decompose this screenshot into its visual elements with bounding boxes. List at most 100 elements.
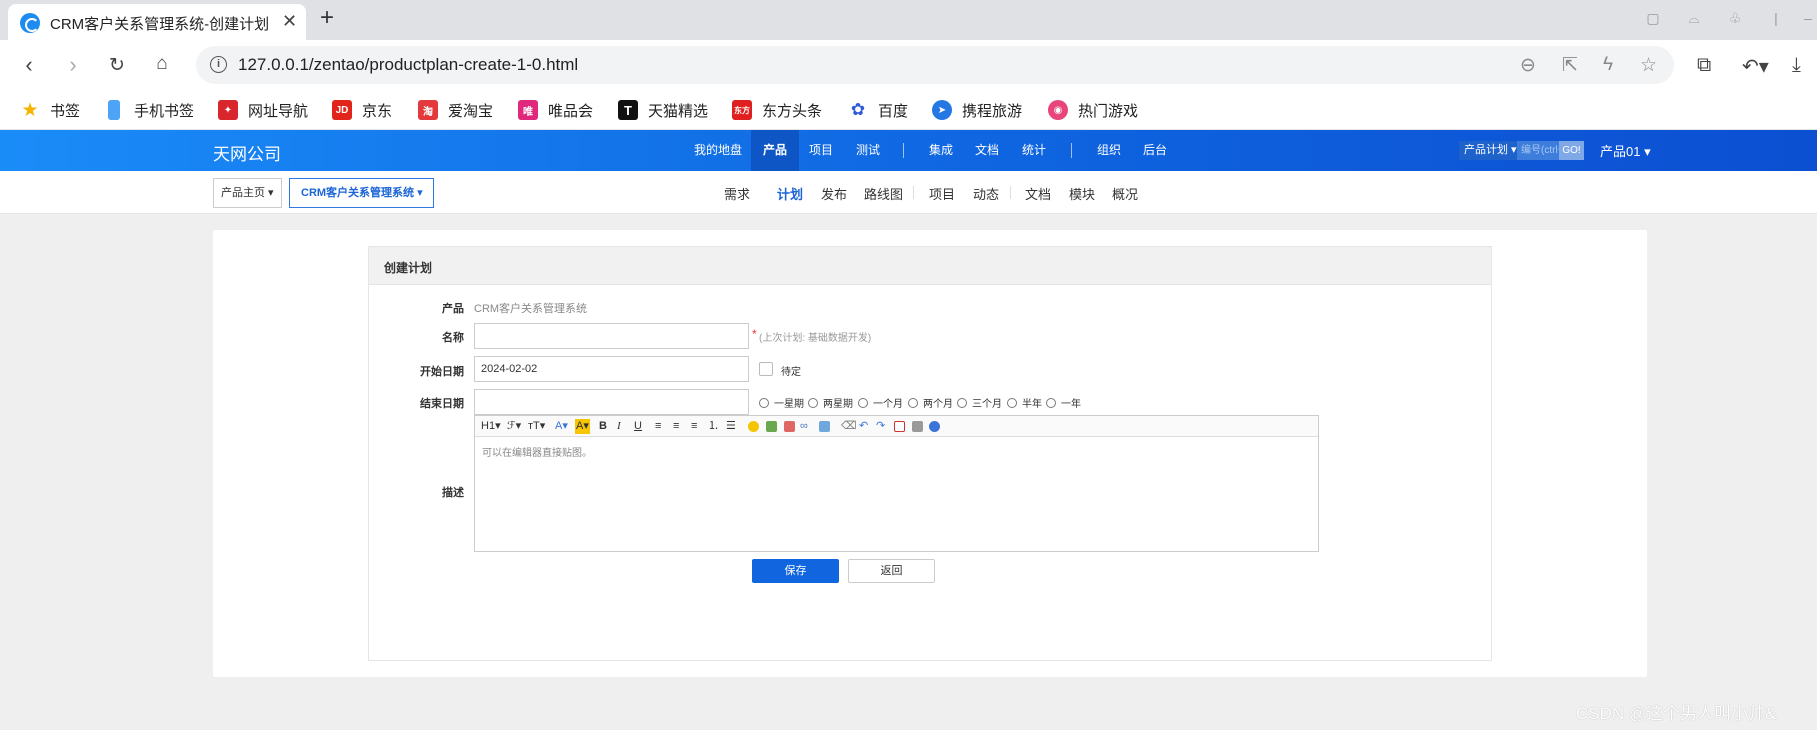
nav-stats[interactable]: 统计: [1010, 130, 1058, 171]
image-icon[interactable]: [766, 421, 777, 432]
sidebar-toggle-icon[interactable]: ▢: [1642, 10, 1664, 30]
subnav-roadmap[interactable]: 路线图: [864, 184, 903, 203]
underline-button[interactable]: U: [634, 419, 642, 434]
subnav-doc[interactable]: 文档: [1025, 184, 1051, 203]
font-color-button[interactable]: A▾: [555, 419, 568, 434]
subnav-release[interactable]: 发布: [821, 184, 847, 203]
heading-button[interactable]: H1▾: [481, 419, 501, 434]
undo-icon[interactable]: ↶: [859, 419, 868, 434]
nav-qa[interactable]: 测试: [844, 130, 892, 171]
nav-my[interactable]: 我的地盘: [682, 130, 754, 171]
duration-radio-3months[interactable]: 三个月: [957, 395, 1002, 410]
italic-button[interactable]: I: [617, 419, 621, 434]
align-right-icon[interactable]: ≡: [691, 419, 697, 434]
duration-radio-year[interactable]: 一年: [1046, 395, 1081, 410]
name-input[interactable]: [474, 323, 749, 349]
bookmark-item[interactable]: ➤ 携程旅游: [932, 98, 1022, 122]
table-icon[interactable]: [819, 421, 830, 432]
minimize-icon[interactable]: –: [1797, 10, 1817, 30]
subnav-plan[interactable]: 计划: [777, 184, 803, 203]
back-arrow-icon[interactable]: ‹: [16, 52, 42, 78]
radio-dot: [908, 397, 918, 408]
help-icon[interactable]: [929, 421, 940, 432]
template-icon[interactable]: [912, 421, 923, 432]
duration-radio-month[interactable]: 一个月: [858, 395, 903, 410]
download-icon[interactable]: ⤓: [1792, 54, 1801, 77]
radio-dot: [1046, 397, 1056, 408]
share-icon[interactable]: ⇱: [1562, 54, 1578, 77]
bookmark-item[interactable]: T 天猫精选: [618, 98, 708, 122]
incognito-icon[interactable]: ⌓: [1683, 10, 1705, 30]
subnav-project[interactable]: 项目: [929, 184, 955, 203]
zoom-out-icon[interactable]: ⊖: [1520, 54, 1536, 77]
emoji-icon[interactable]: [748, 421, 759, 432]
bold-button[interactable]: B: [599, 419, 607, 434]
subnav-dynamic[interactable]: 动态: [973, 184, 999, 203]
browser-tab[interactable]: CRM客户关系管理系统-创建计划 ✕: [8, 4, 306, 40]
undo-menu-icon[interactable]: ↶▾: [1742, 54, 1769, 79]
extensions-icon[interactable]: ⧉: [1697, 54, 1711, 77]
subnav-module[interactable]: 模块: [1069, 184, 1095, 203]
begin-date-input[interactable]: 2024-02-02: [474, 356, 749, 382]
font-size-button[interactable]: тT▾: [528, 419, 545, 434]
save-button[interactable]: 保存: [752, 559, 839, 583]
search-type-label: 产品计划: [1464, 144, 1508, 156]
link-icon[interactable]: ∞: [800, 419, 808, 434]
bookmark-item[interactable]: ◉ 热门游戏: [1048, 98, 1138, 122]
home-icon[interactable]: ⌂: [149, 53, 175, 75]
pending-checkbox[interactable]: [759, 362, 773, 376]
bookmark-item[interactable]: 淘 爱淘宝: [418, 98, 493, 122]
align-center-icon[interactable]: ≡: [673, 419, 679, 434]
shirt-icon[interactable]: ♧: [1724, 10, 1746, 30]
ordered-list-icon[interactable]: ⒈: [708, 419, 719, 434]
breadcrumb-product[interactable]: CRM客户关系管理系统 ▾: [289, 178, 434, 208]
bookmark-item[interactable]: 唯 唯品会: [518, 98, 593, 122]
bookmark-item[interactable]: 东方 东方头条: [732, 98, 822, 122]
fullscreen-icon[interactable]: [894, 421, 905, 432]
rich-text-editor[interactable]: H1▾ ℱ▾ тT▾ A▾ A▾ B I U ≡ ≡ ≡ ⒈ ☰ ∞ ⌫ ↶ ↷…: [474, 415, 1319, 552]
search-type-select[interactable]: 产品计划 ▾: [1459, 141, 1522, 160]
company-name[interactable]: 天网公司: [213, 140, 281, 165]
user-menu[interactable]: 产品01 ▾: [1600, 141, 1651, 160]
search-input[interactable]: 编号(ctrl+g): [1517, 141, 1559, 160]
highlight-button[interactable]: A▾: [575, 419, 590, 434]
forward-arrow-icon[interactable]: ›: [60, 52, 86, 78]
nav-project[interactable]: 项目: [797, 130, 845, 171]
url-field[interactable]: i 127.0.0.1/zentao/productplan-create-1-…: [196, 46, 1674, 84]
bookmark-item[interactable]: ✿ 百度: [848, 98, 908, 122]
end-date-input[interactable]: [474, 389, 749, 415]
nav-company[interactable]: 组织: [1085, 130, 1133, 171]
nav-integration[interactable]: 集成: [917, 130, 965, 171]
search-go-button[interactable]: GO!: [1559, 141, 1584, 160]
nav-admin[interactable]: 后台: [1131, 130, 1179, 171]
nav-doc[interactable]: 文档: [963, 130, 1011, 171]
font-family-button[interactable]: ℱ▾: [507, 419, 521, 434]
bookmark-item[interactable]: ✦ 网址导航: [218, 98, 308, 122]
font-size-glyph: тT: [528, 420, 540, 432]
required-mark: *: [752, 327, 757, 341]
redo-icon[interactable]: ↷: [876, 419, 885, 434]
eraser-icon[interactable]: ⌫: [841, 419, 857, 434]
duration-radio-2weeks[interactable]: 两星期: [808, 395, 853, 410]
align-left-icon[interactable]: ≡: [655, 419, 661, 434]
site-info-icon[interactable]: i: [210, 56, 227, 73]
subnav-story[interactable]: 需求: [724, 184, 750, 203]
subnav-overview[interactable]: 概况: [1112, 184, 1138, 203]
lightning-icon[interactable]: ϟ: [1603, 54, 1613, 76]
duration-radio-2months[interactable]: 两个月: [908, 395, 953, 410]
new-tab-button[interactable]: +: [320, 4, 334, 32]
duration-radio-week[interactable]: 一星期: [759, 395, 804, 410]
bookmark-item[interactable]: JD 京东: [332, 98, 392, 122]
bookmark-star-icon[interactable]: ☆: [1640, 54, 1657, 77]
breadcrumb-product-home[interactable]: 产品主页 ▾: [213, 178, 282, 208]
duration-radio-halfyear[interactable]: 半年: [1007, 395, 1042, 410]
unordered-list-icon[interactable]: ☰: [726, 419, 736, 434]
back-button[interactable]: 返回: [848, 559, 935, 583]
close-tab-icon[interactable]: ✕: [282, 11, 297, 32]
media-icon[interactable]: [784, 421, 795, 432]
reload-icon[interactable]: ↻: [104, 54, 130, 77]
bookmark-item[interactable]: ★ 书签: [20, 98, 80, 122]
subnav-divider: [913, 186, 914, 199]
bookmark-item[interactable]: 手机书签: [104, 98, 194, 122]
nav-product[interactable]: 产品: [751, 130, 800, 171]
